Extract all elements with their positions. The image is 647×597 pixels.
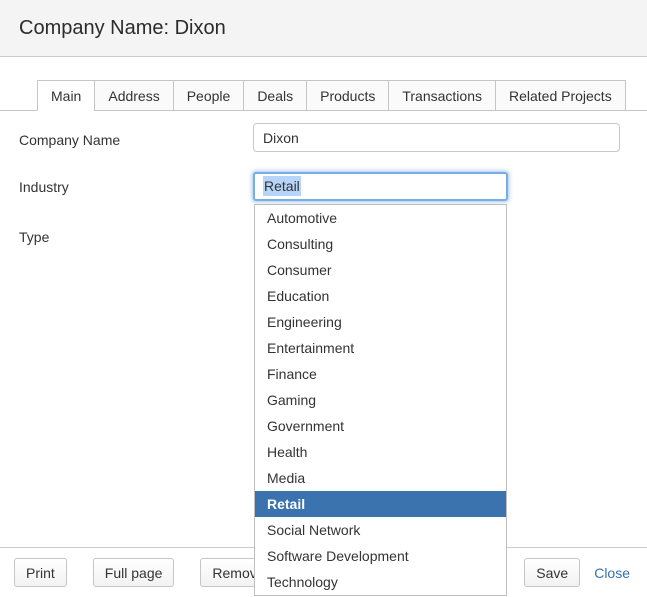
option-consumer[interactable]: Consumer <box>255 257 506 283</box>
dialog-title: Company Name: Dixon <box>19 17 226 40</box>
tab-deals[interactable]: Deals <box>243 80 307 111</box>
tab-products[interactable]: Products <box>306 80 389 111</box>
close-link[interactable]: Close <box>594 565 630 581</box>
option-engineering[interactable]: Engineering <box>255 309 506 335</box>
tab-address[interactable]: Address <box>94 80 173 111</box>
option-health[interactable]: Health <box>255 439 506 465</box>
industry-label: Industry <box>19 179 69 195</box>
tab-main[interactable]: Main <box>37 80 95 111</box>
option-consulting[interactable]: Consulting <box>255 231 506 257</box>
option-government[interactable]: Government <box>255 413 506 439</box>
dialog-header: Company Name: Dixon <box>0 0 647 57</box>
save-button[interactable]: Save <box>524 558 580 587</box>
option-retail[interactable]: Retail <box>255 491 506 517</box>
industry-input-selected-text: Retail <box>263 176 301 196</box>
footer-right-buttons: Save Close <box>524 558 630 587</box>
option-education[interactable]: Education <box>255 283 506 309</box>
tab-related-projects[interactable]: Related Projects <box>495 80 626 111</box>
industry-input[interactable]: Retail <box>253 172 508 201</box>
type-label: Type <box>19 229 49 245</box>
option-software-development[interactable]: Software Development <box>255 543 506 569</box>
industry-dropdown: Automotive Consulting Consumer Education… <box>254 204 507 596</box>
option-automotive[interactable]: Automotive <box>255 205 506 231</box>
option-social-network[interactable]: Social Network <box>255 517 506 543</box>
tab-people[interactable]: People <box>173 80 245 111</box>
company-name-label: Company Name <box>19 132 120 148</box>
tab-transactions[interactable]: Transactions <box>388 80 496 111</box>
full-page-button[interactable]: Full page <box>93 558 175 587</box>
option-media[interactable]: Media <box>255 465 506 491</box>
option-entertainment[interactable]: Entertainment <box>255 335 506 361</box>
option-technology[interactable]: Technology <box>255 569 506 595</box>
option-finance[interactable]: Finance <box>255 361 506 387</box>
company-name-input[interactable] <box>253 123 620 152</box>
print-button[interactable]: Print <box>14 558 67 587</box>
option-gaming[interactable]: Gaming <box>255 387 506 413</box>
tabbar: Main Address People Deals Products Trans… <box>37 80 626 111</box>
